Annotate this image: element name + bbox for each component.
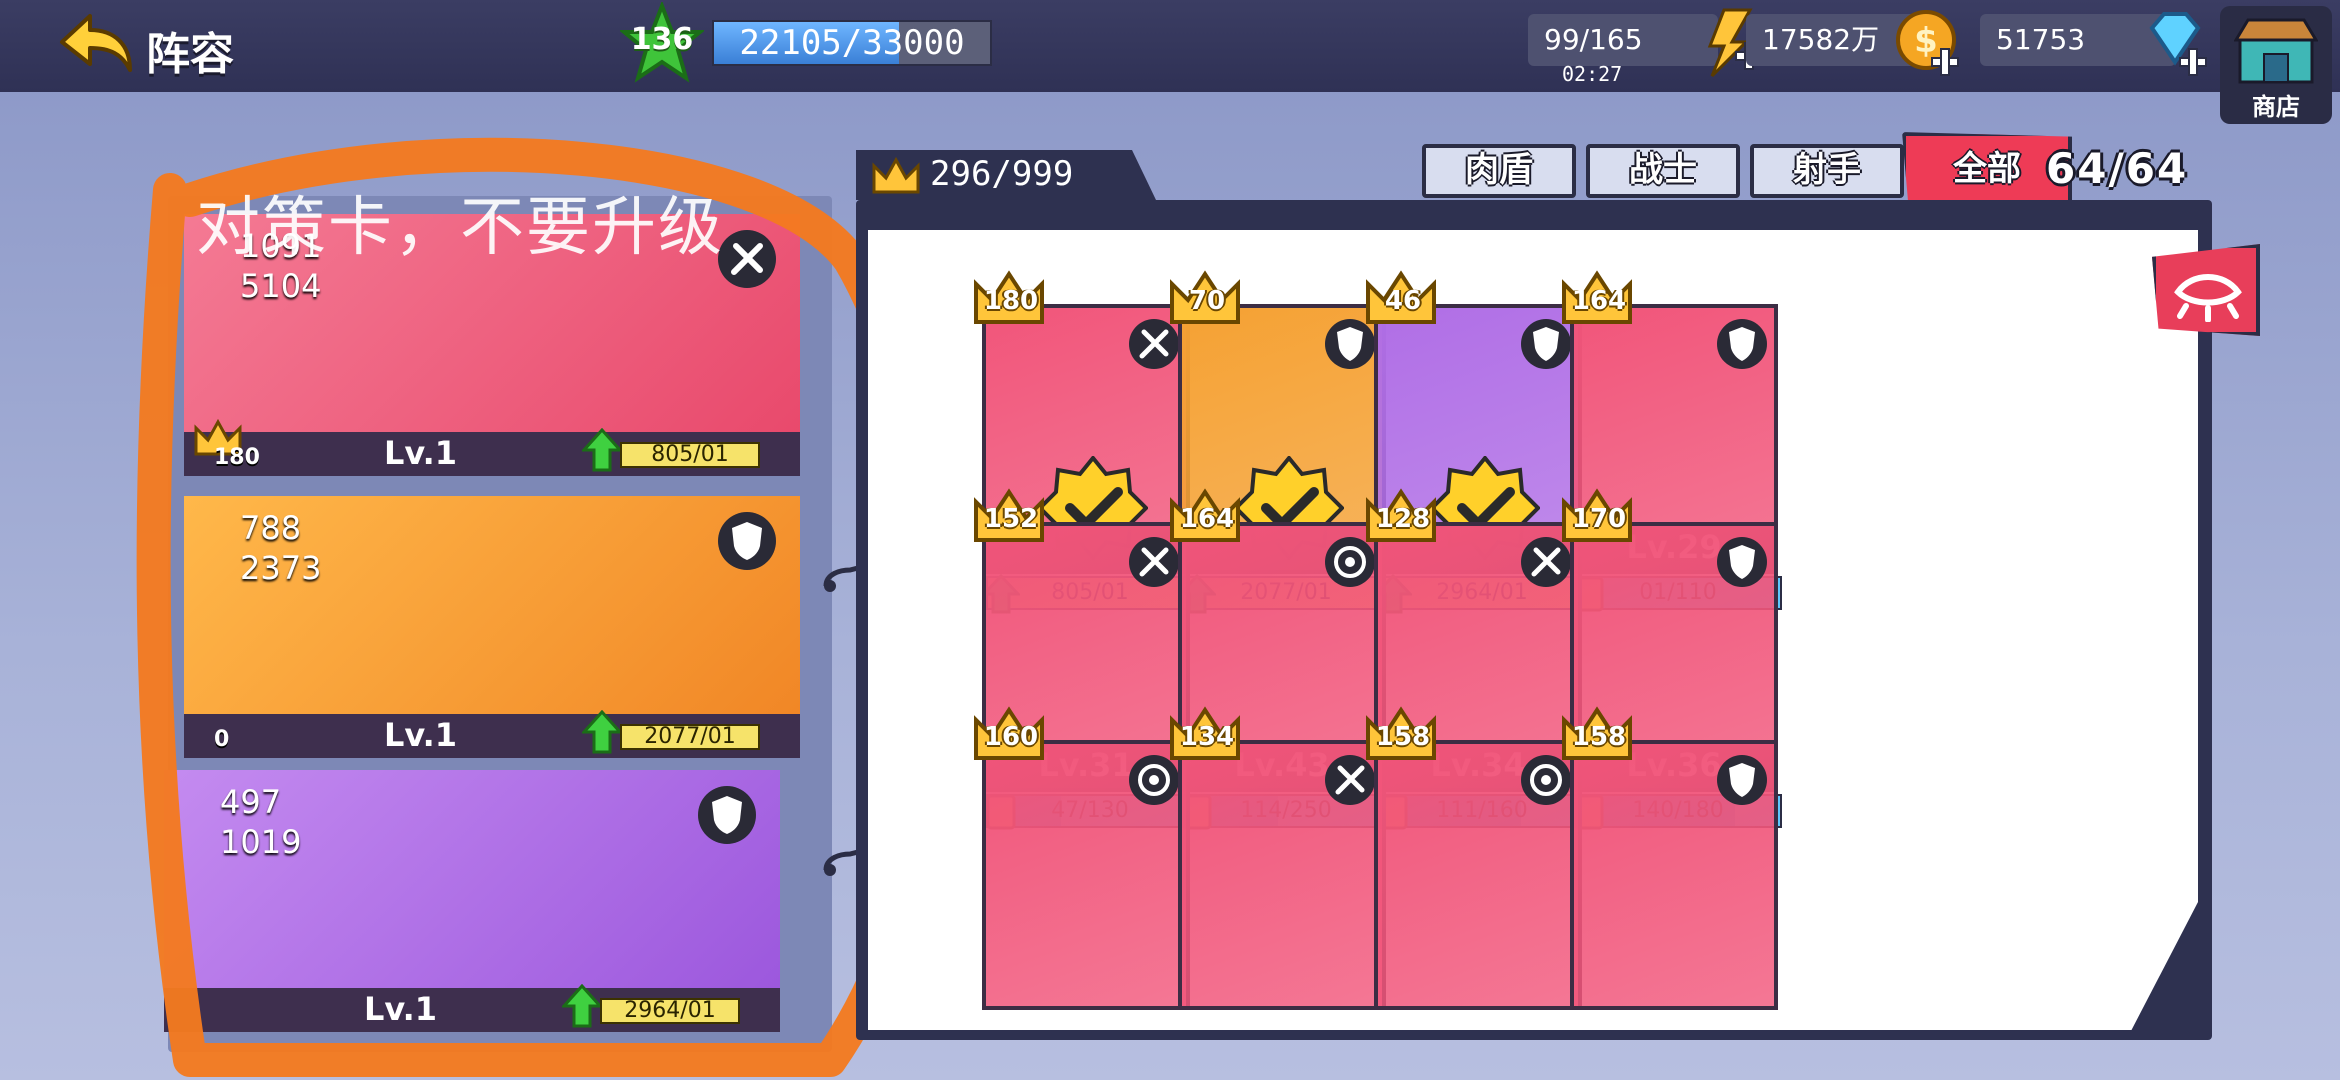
hero-crown-level: 152	[983, 504, 1039, 534]
hero-card[interactable]: 160	[974, 706, 1190, 1010]
player-level: 136	[630, 22, 694, 57]
xp-bar: 22105/33000	[712, 20, 992, 66]
hero-card[interactable]: 134	[1170, 706, 1386, 1010]
shop-icon	[2234, 18, 2318, 84]
hero-crown-level: 180	[983, 286, 1039, 316]
gold-add-icon[interactable]: $	[1892, 6, 1962, 80]
hero-card[interactable]: 158	[1562, 706, 1778, 1010]
hero-crown-level: 134	[1179, 722, 1235, 752]
gems-value: 51753	[1996, 23, 2086, 56]
gold-value: 17582万	[1762, 23, 1880, 56]
hero-crown-level: 158	[1571, 722, 1627, 752]
stamina-box: 99/165	[1528, 14, 1718, 66]
hero-crown-level: 170	[1571, 504, 1627, 534]
eye-icon	[2174, 274, 2242, 322]
crown-counter: 296/999	[856, 150, 1156, 200]
back-arrow-icon[interactable]	[56, 10, 136, 80]
shop-button[interactable]: 商店	[2220, 6, 2332, 124]
tab-shooter[interactable]: 射手	[1750, 144, 1904, 198]
hero-crown-level: 164	[1179, 504, 1235, 534]
tab-warrior[interactable]: 战士	[1586, 144, 1740, 198]
page-title: 阵容	[146, 29, 234, 80]
view-toggle-button[interactable]	[2152, 244, 2260, 336]
stamina-value: 99/165	[1544, 23, 1643, 56]
hero-card[interactable]: 158	[1366, 706, 1582, 1010]
hero-crown-level: 160	[983, 722, 1039, 752]
shield-icon	[1717, 319, 1767, 369]
hero-crown-level: 46	[1384, 286, 1422, 316]
annotation-note: 对策卡，不要升级	[196, 191, 724, 265]
stamina-timer: 02:27	[1562, 62, 1623, 86]
shield-icon	[1717, 755, 1767, 805]
crown-icon	[872, 156, 920, 194]
gem-add-icon[interactable]	[2140, 6, 2210, 80]
hero-crown-level: 164	[1571, 286, 1627, 316]
shop-label: 商店	[2252, 93, 2300, 121]
xp-text: 22105/33000	[739, 23, 965, 63]
hero-crown-level: 70	[1188, 286, 1226, 316]
tab-tank[interactable]: 肉盾	[1422, 144, 1576, 198]
hero-count: 64/64	[2046, 144, 2189, 193]
crown-count: 296/999	[930, 154, 1074, 194]
shield-icon	[1717, 537, 1767, 587]
hero-crown-level: 128	[1375, 504, 1431, 534]
hero-crown-level: 158	[1375, 722, 1431, 752]
hero-grid: 180805/01702077/01462964/01164Lv.2901/11…	[868, 230, 2198, 1030]
svg-text:$: $	[1914, 21, 1938, 61]
